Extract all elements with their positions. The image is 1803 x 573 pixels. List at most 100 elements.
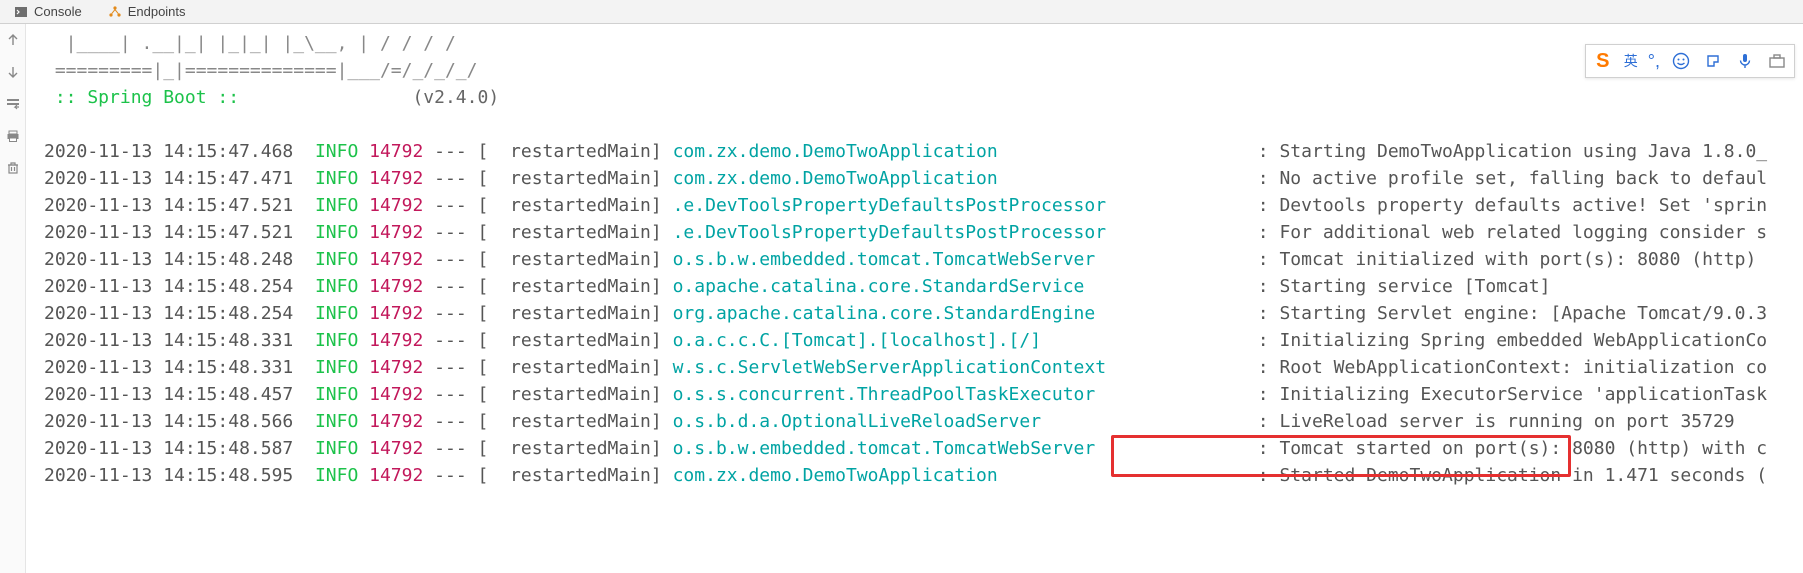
log-line: 2020-11-13 14:15:48.331 INFO 14792 --- […: [44, 354, 1767, 381]
log-line: 2020-11-13 14:15:48.457 INFO 14792 --- […: [44, 381, 1767, 408]
log-timestamp: 2020-11-13 14:15:48.254: [44, 276, 315, 297]
log-message: No active profile set, falling back to d…: [1279, 168, 1767, 189]
log-line: 2020-11-13 14:15:48.331 INFO 14792 --- […: [44, 327, 1767, 354]
log-line: 2020-11-13 14:15:47.521 INFO 14792 --- […: [44, 219, 1767, 246]
log-line: 2020-11-13 14:15:47.521 INFO 14792 --- […: [44, 192, 1767, 219]
log-timestamp: 2020-11-13 14:15:47.468: [44, 141, 315, 162]
toolbox-icon[interactable]: [1766, 50, 1788, 72]
log-pid: 14792: [369, 222, 423, 243]
log-level: INFO: [315, 222, 369, 243]
log-timestamp: 2020-11-13 14:15:48.331: [44, 357, 315, 378]
log-logger: org.apache.catalina.core.StandardEngine: [673, 303, 1096, 324]
tab-endpoints[interactable]: Endpoints: [102, 0, 192, 23]
log-pid: 14792: [369, 465, 423, 486]
log-timestamp: 2020-11-13 14:15:47.521: [44, 222, 315, 243]
log-level: INFO: [315, 438, 369, 459]
log-level: INFO: [315, 195, 369, 216]
log-level: INFO: [315, 465, 369, 486]
log-pid: 14792: [369, 384, 423, 405]
tab-endpoints-label: Endpoints: [128, 4, 186, 19]
log-thread: restartedMain: [510, 195, 651, 216]
log-message: Tomcat initialized with port(s): 8080 (h…: [1279, 249, 1756, 270]
log-message: Tomcat started on port(s): 8080 (http) w…: [1279, 438, 1767, 459]
tool-window-tabs: Console Endpoints: [0, 0, 1803, 24]
spring-boot-banner: :: Spring Boot :: (v2.4.0): [44, 84, 1803, 111]
log-level: INFO: [315, 303, 369, 324]
log-level: INFO: [315, 141, 369, 162]
log-line: 2020-11-13 14:15:48.248 INFO 14792 --- […: [44, 246, 1756, 273]
log-level: INFO: [315, 168, 369, 189]
mic-icon[interactable]: [1734, 50, 1756, 72]
log-timestamp: 2020-11-13 14:15:47.471: [44, 168, 315, 189]
log-message: LiveReload server is running on port 357…: [1279, 411, 1734, 432]
log-timestamp: 2020-11-13 14:15:48.457: [44, 384, 315, 405]
console-output[interactable]: |____| .__|_| |_|_| |_\__, | / / / / ===…: [26, 24, 1803, 573]
console-line: =========|_|==============|___/=/_/_/_/: [44, 57, 1803, 84]
log-logger: .e.DevToolsPropertyDefaultsPostProcessor: [673, 195, 1106, 216]
log-line: 2020-11-13 14:15:48.566 INFO 14792 --- […: [44, 408, 1735, 435]
log-logger: com.zx.demo.DemoTwoApplication: [673, 168, 998, 189]
tab-console[interactable]: Console: [8, 0, 88, 23]
log-level: INFO: [315, 276, 369, 297]
log-pid: 14792: [369, 411, 423, 432]
console-line: [44, 111, 1803, 138]
scroll-down-icon[interactable]: [3, 62, 23, 82]
log-pid: 14792: [369, 330, 423, 351]
log-pid: 14792: [369, 249, 423, 270]
console-line: |____| .__|_| |_|_| |_\__, | / / / /: [44, 30, 1803, 57]
log-logger: o.apache.catalina.core.StandardService: [673, 276, 1085, 297]
trash-icon[interactable]: [3, 158, 23, 178]
log-pid: 14792: [369, 303, 423, 324]
console-gutter: [0, 24, 26, 573]
log-pid: 14792: [369, 141, 423, 162]
log-pid: 14792: [369, 438, 423, 459]
log-logger: com.zx.demo.DemoTwoApplication: [673, 465, 998, 486]
log-level: INFO: [315, 384, 369, 405]
soft-wrap-icon[interactable]: [3, 94, 23, 114]
log-logger: o.s.b.d.a.OptionalLiveReloadServer: [673, 411, 1041, 432]
scroll-up-icon[interactable]: [3, 30, 23, 50]
log-logger: o.s.s.concurrent.ThreadPoolTaskExecutor: [673, 384, 1096, 405]
log-thread: restartedMain: [510, 465, 651, 486]
print-icon[interactable]: [3, 126, 23, 146]
log-thread: restartedMain: [510, 384, 651, 405]
log-thread: restartedMain: [510, 249, 651, 270]
log-timestamp: 2020-11-13 14:15:48.248: [44, 249, 315, 270]
log-message: Starting service [Tomcat]: [1279, 276, 1550, 297]
log-logger: o.a.c.c.C.[Tomcat].[localhost].[/]: [673, 330, 1041, 351]
log-line: 2020-11-13 14:15:47.471 INFO 14792 --- […: [44, 165, 1767, 192]
log-logger: o.s.b.w.embedded.tomcat.TomcatWebServer: [673, 438, 1096, 459]
log-thread: restartedMain: [510, 168, 651, 189]
log-line: 2020-11-13 14:15:48.595 INFO 14792 --- […: [44, 462, 1767, 489]
ascii-art: |____| .__|_| |_|_| |_\__, | / / / /: [44, 33, 456, 54]
ime-punct-icon[interactable]: °,: [1648, 51, 1660, 72]
log-level: INFO: [315, 249, 369, 270]
log-pid: 14792: [369, 168, 423, 189]
ime-language-indicator[interactable]: 英: [1624, 51, 1638, 71]
emoji-icon[interactable]: [1670, 50, 1692, 72]
ascii-art: =========|_|==============|___/=/_/_/_/: [44, 60, 477, 81]
log-line: 2020-11-13 14:15:48.254 INFO 14792 --- […: [44, 300, 1767, 327]
log-message: Starting DemoTwoApplication using Java 1…: [1279, 141, 1767, 162]
log-thread: restartedMain: [510, 411, 651, 432]
log-message: Initializing Spring embedded WebApplicat…: [1279, 330, 1767, 351]
log-pid: 14792: [369, 276, 423, 297]
log-thread: restartedMain: [510, 141, 651, 162]
sogou-logo-icon[interactable]: S: [1592, 50, 1614, 72]
log-level: INFO: [315, 330, 369, 351]
skin-icon[interactable]: [1702, 50, 1724, 72]
log-level: INFO: [315, 357, 369, 378]
log-timestamp: 2020-11-13 14:15:48.331: [44, 330, 315, 351]
console-icon: [14, 5, 28, 19]
log-thread: restartedMain: [510, 330, 651, 351]
log-line: 2020-11-13 14:15:47.468 INFO 14792 --- […: [44, 138, 1767, 165]
log-timestamp: 2020-11-13 14:15:48.595: [44, 465, 315, 486]
log-line: 2020-11-13 14:15:48.254 INFO 14792 --- […: [44, 273, 1550, 300]
tab-console-label: Console: [34, 4, 82, 19]
log-timestamp: 2020-11-13 14:15:48.587: [44, 438, 315, 459]
log-logger: o.s.b.w.embedded.tomcat.TomcatWebServer: [673, 249, 1096, 270]
log-message: Started DemoTwoApplication in 1.471 seco…: [1279, 465, 1767, 486]
log-line: 2020-11-13 14:15:48.587 INFO 14792 --- […: [44, 435, 1767, 462]
log-thread: restartedMain: [510, 276, 651, 297]
log-logger: com.zx.demo.DemoTwoApplication: [673, 141, 998, 162]
